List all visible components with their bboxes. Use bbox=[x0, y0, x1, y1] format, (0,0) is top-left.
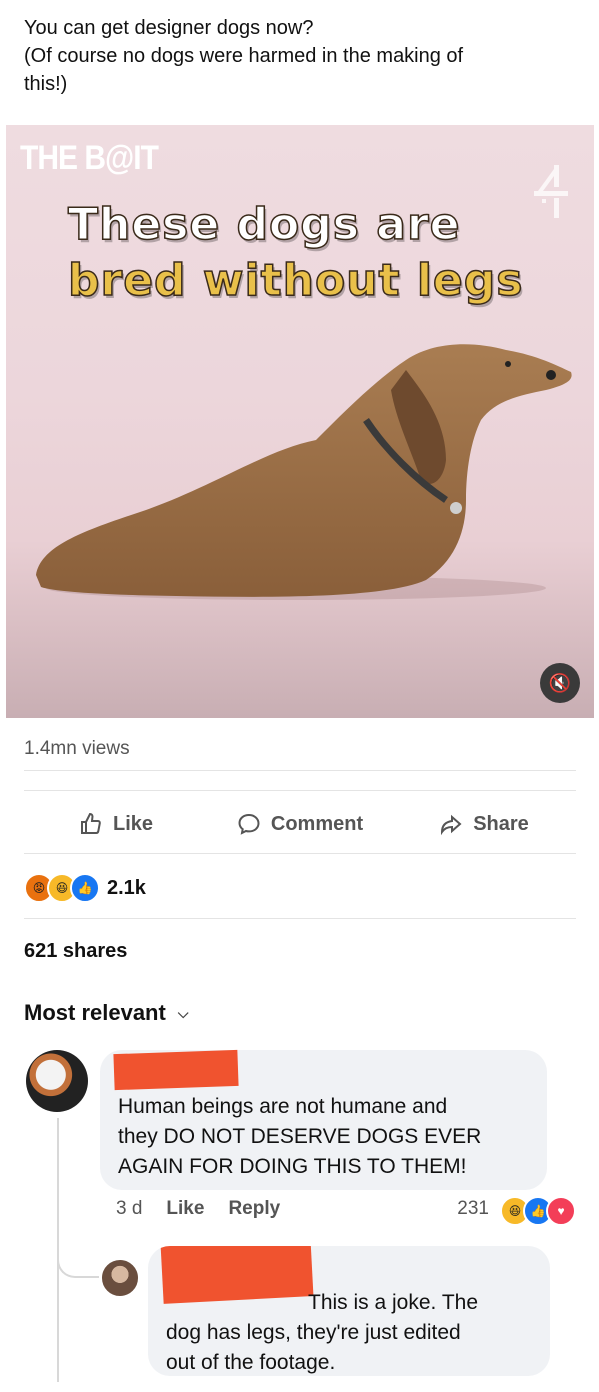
reply-thread-connector bbox=[57, 1248, 99, 1278]
comment-bubble-icon bbox=[238, 813, 260, 835]
comment-text-line: they DO NOT DESERVE DOGS EVER bbox=[118, 1125, 482, 1148]
share-arrow-icon bbox=[441, 814, 462, 836]
redacted-author-name bbox=[113, 1049, 239, 1091]
comment-reactions[interactable]: 😆 👍 ♥ bbox=[500, 1196, 576, 1226]
reaction-count: 2.1k bbox=[107, 876, 146, 899]
post-text: You can get designer dogs now? (Of cours… bbox=[24, 14, 584, 98]
comment-like-button[interactable]: Like bbox=[166, 1198, 204, 1220]
video-player[interactable]: THE B@IT These dogs are bred without leg… bbox=[6, 125, 594, 718]
like-button[interactable]: Like bbox=[24, 800, 208, 848]
post-text-line: You can get designer dogs now? bbox=[24, 17, 314, 39]
avatar[interactable] bbox=[100, 1258, 140, 1298]
thumbs-up-icon bbox=[80, 812, 101, 834]
comment-text-line: AGAIN FOR DOING THIS TO THEM! bbox=[118, 1155, 467, 1178]
post-action-bar: Like Comment Share bbox=[24, 800, 576, 848]
heart-reaction-icon: ♥ bbox=[546, 1196, 576, 1226]
share-count[interactable]: 621 shares bbox=[24, 940, 127, 963]
comment-sort-dropdown[interactable]: Most relevant ⌵ bbox=[24, 1000, 188, 1026]
view-count: 1.4mn views bbox=[24, 738, 130, 759]
comment-text: Human beings are not humane and they DO … bbox=[118, 1092, 481, 1182]
brand-logo: THE B@IT bbox=[20, 139, 159, 177]
like-label: Like bbox=[112, 812, 154, 835]
comment-text-line: out of the footage. bbox=[166, 1351, 336, 1374]
like-reaction-icon: 👍 bbox=[70, 873, 100, 903]
comment-bubble: This is a joke. The dog has legs, they'r… bbox=[148, 1246, 550, 1376]
comment-text-line: dog has legs, they're just edited bbox=[166, 1321, 461, 1344]
reaction-summary[interactable]: 😡 😆 👍 2.1k bbox=[24, 873, 146, 903]
divider bbox=[24, 853, 576, 854]
comment-text-line: Human beings are not humane and bbox=[118, 1095, 448, 1118]
share-label: Share bbox=[473, 812, 529, 835]
comment-text-line: This is a joke. The bbox=[308, 1291, 479, 1314]
headline-line-1: These dogs are bbox=[67, 198, 461, 251]
comment-reply-button[interactable]: Reply bbox=[228, 1198, 280, 1220]
comment-reaction-count: 231 bbox=[457, 1198, 489, 1219]
divider bbox=[24, 918, 576, 919]
comment-meta: 3 d Like Reply bbox=[116, 1198, 304, 1220]
chevron-down-icon: ⌵ bbox=[177, 1004, 189, 1021]
sort-label: Most relevant bbox=[24, 1000, 166, 1025]
post-text-line: this!) bbox=[24, 73, 68, 95]
divider bbox=[24, 790, 576, 791]
avatar[interactable] bbox=[26, 1050, 88, 1112]
headline-line-2: bred without legs bbox=[67, 254, 524, 307]
comment-bubble: Human beings are not humane and they DO … bbox=[100, 1049, 547, 1190]
comment-age: 3 d bbox=[116, 1198, 143, 1219]
divider bbox=[24, 770, 576, 771]
comment-label: Comment bbox=[270, 812, 364, 835]
video-headline: These dogs are bred without legs bbox=[67, 197, 568, 309]
comment-button[interactable]: Comment bbox=[208, 800, 392, 848]
share-button[interactable]: Share bbox=[392, 800, 576, 848]
comment-text: This is a joke. The dog has legs, they'r… bbox=[166, 1288, 478, 1376]
mute-toggle-button[interactable]: 🔇 bbox=[540, 663, 580, 703]
post-text-line: (Of course no dogs were harmed in the ma… bbox=[24, 45, 464, 67]
legless-dog-image bbox=[36, 344, 572, 600]
speaker-muted-icon: 🔇 bbox=[548, 672, 572, 693]
